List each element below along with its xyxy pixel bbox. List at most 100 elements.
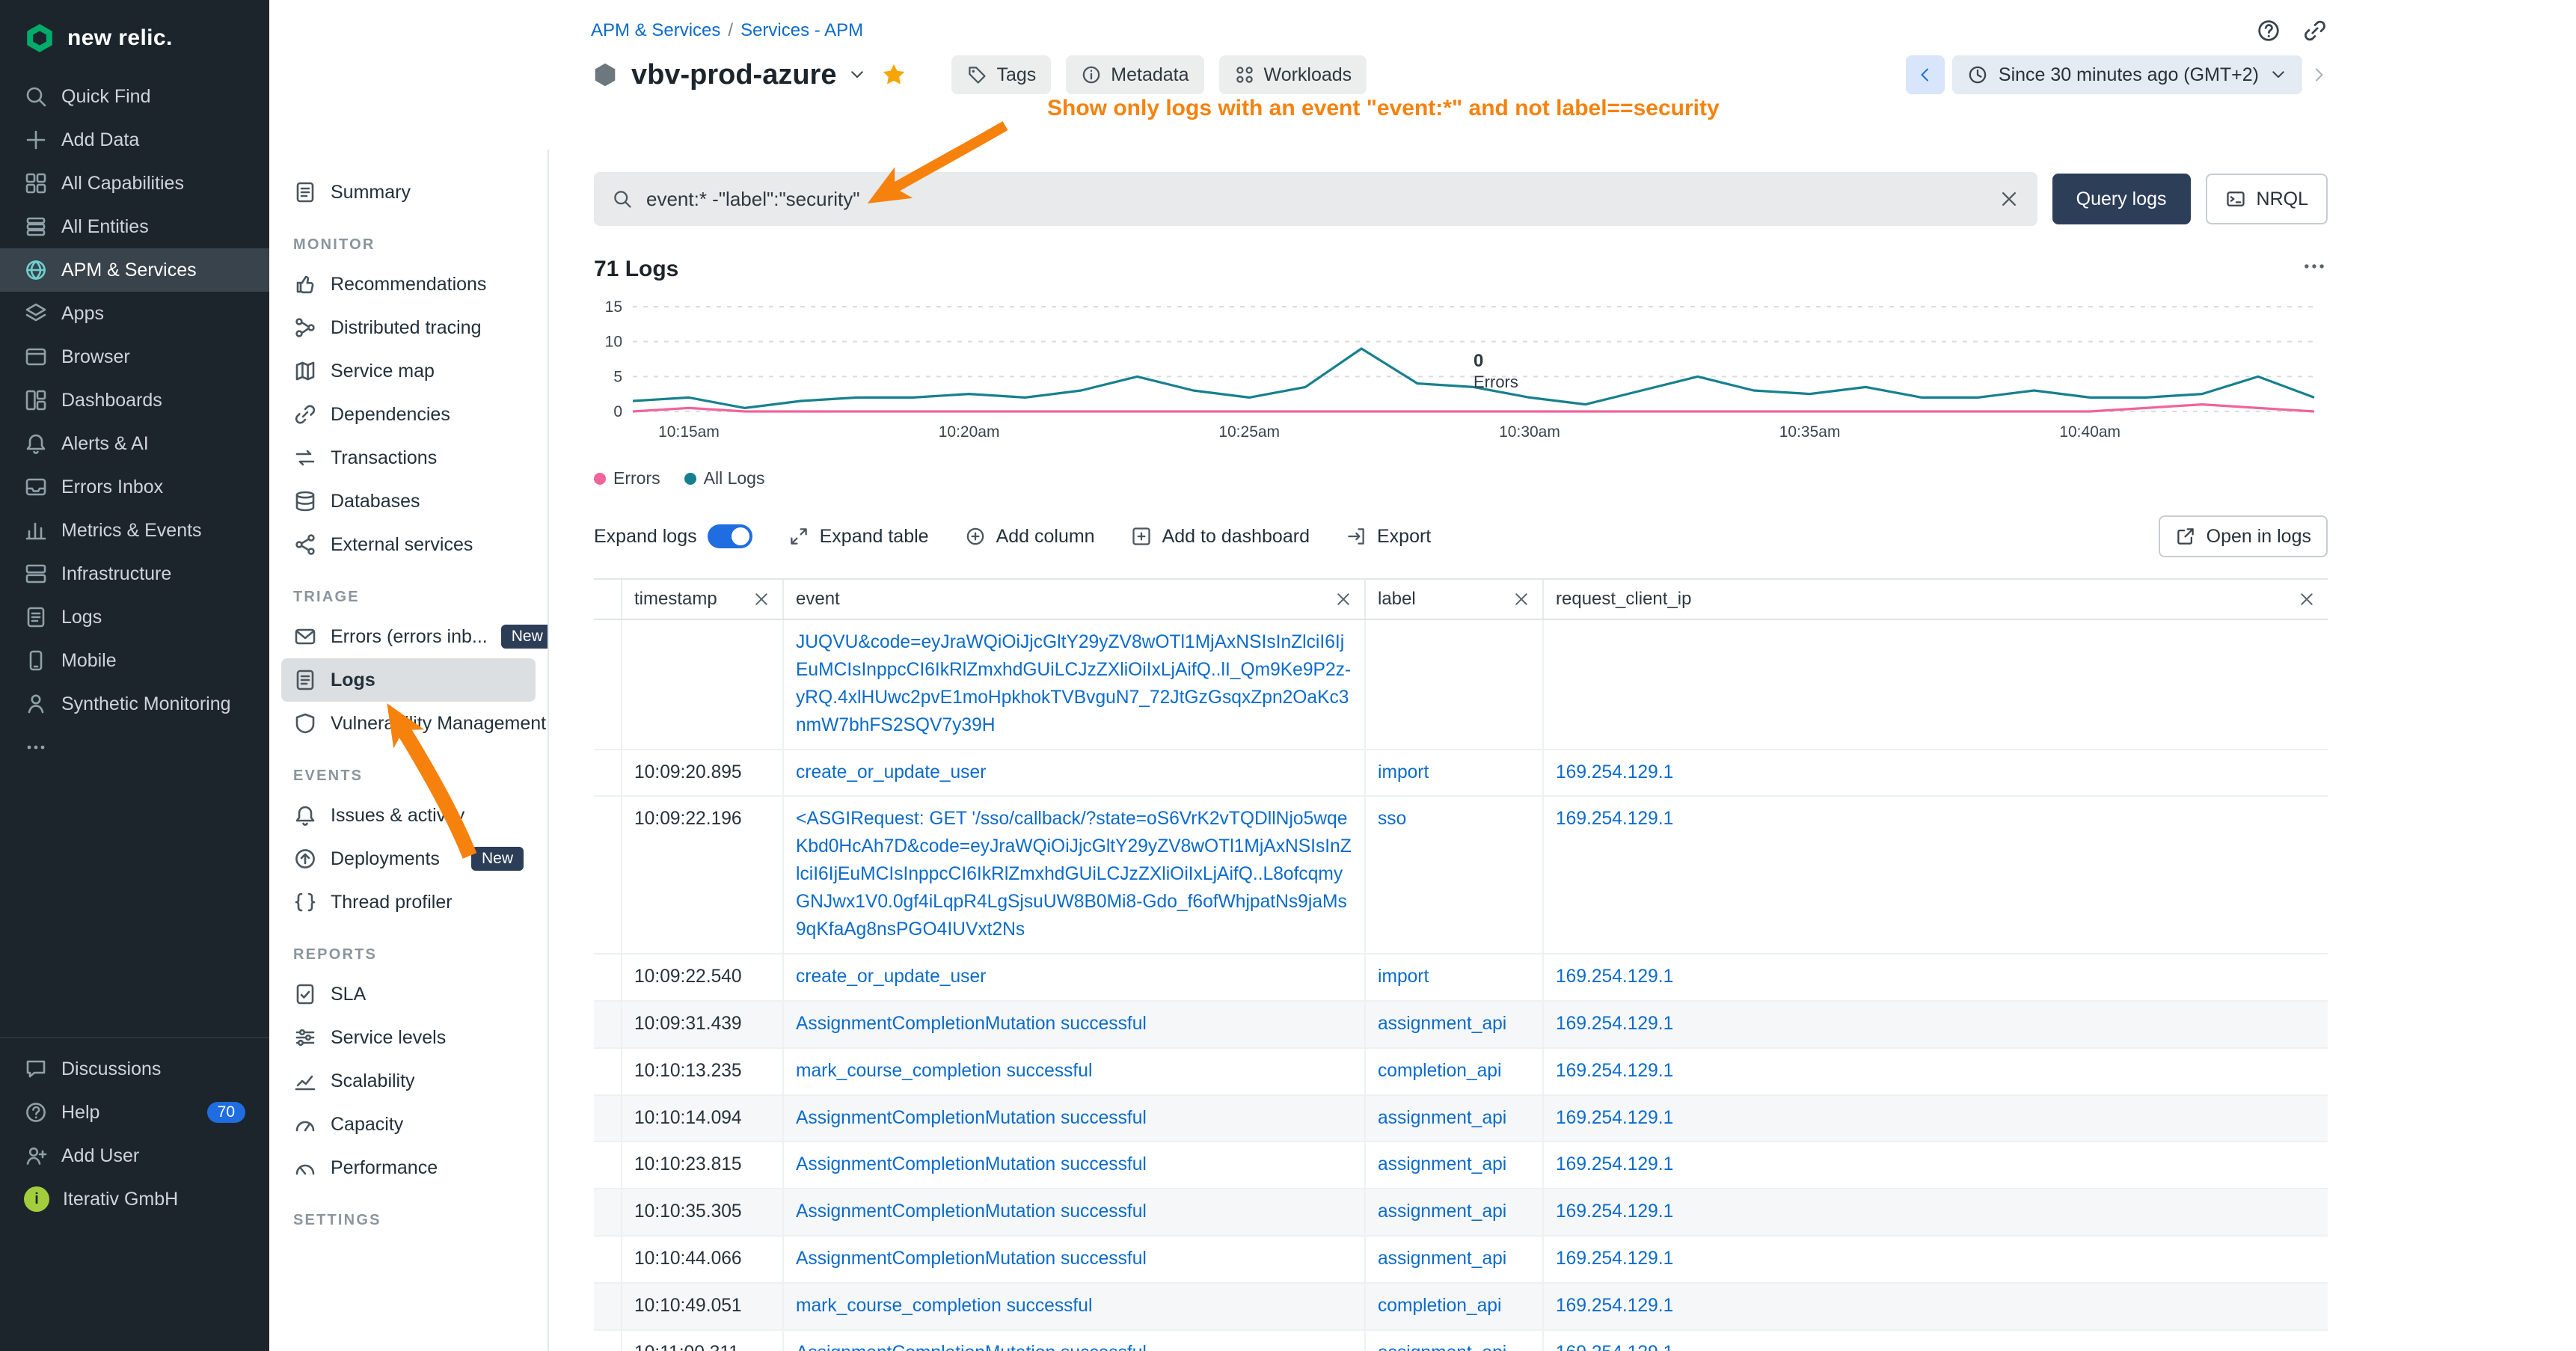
sidebar-footer-iterativ-gmbh[interactable]: iIterativ GmbH (0, 1177, 269, 1221)
column-header-label[interactable]: label (1364, 580, 1542, 619)
time-range-button[interactable]: Since 30 minutes ago (GMT+2) (1952, 55, 2302, 94)
subnav-item-scalability[interactable]: Scalability (281, 1059, 536, 1103)
log-row[interactable]: 10:09:22.196<ASGIRequest: GET '/sso/call… (594, 797, 2328, 954)
event-link[interactable]: mark_course_completion successful (796, 1061, 1092, 1081)
breadcrumb-services-apm[interactable]: Services - APM (740, 20, 863, 41)
ip-link[interactable]: 169.254.129.1 (1556, 1249, 1673, 1269)
sidebar-item-metrics-events[interactable]: Metrics & Events (0, 509, 269, 552)
label-link[interactable]: assignment_api (1378, 1249, 1506, 1269)
label-link[interactable]: assignment_api (1378, 1014, 1506, 1034)
log-row[interactable]: 10:10:14.094AssignmentCompletionMutation… (594, 1096, 2328, 1143)
export-button[interactable]: Export (1346, 526, 1431, 548)
ip-link[interactable]: 169.254.129.1 (1556, 1201, 1673, 1222)
subnav-item-performance[interactable]: Performance (281, 1146, 536, 1189)
log-row[interactable]: JUQVU&code=eyJraWQiOiJjcGltY29yZV8wOTl1M… (594, 620, 2328, 750)
log-row[interactable]: 10:09:22.540create_or_update_userimport1… (594, 955, 2328, 1002)
subnav-item-capacity[interactable]: Capacity (281, 1103, 536, 1146)
entity-dropdown-chevron-icon[interactable] (848, 66, 866, 84)
subnav-item-recommendations[interactable]: Recommendations (281, 263, 536, 306)
sidebar-item-all-capabilities[interactable]: All Capabilities (0, 162, 269, 205)
subnav-item-thread-profiler[interactable]: Thread profiler (281, 880, 536, 924)
label-link[interactable]: completion_api (1378, 1061, 1501, 1081)
add-to-dashboard-button[interactable]: Add to dashboard (1131, 526, 1310, 548)
event-link[interactable]: AssignmentCompletionMutation successful (796, 1014, 1147, 1034)
tags-button[interactable]: Tags (951, 55, 1051, 94)
help-circle-icon[interactable] (2256, 18, 2281, 43)
event-link[interactable]: AssignmentCompletionMutation successful (796, 1249, 1147, 1269)
more-menu-button[interactable] (2301, 253, 2328, 286)
remove-label-column-icon[interactable] (1512, 590, 1530, 608)
label-link[interactable]: assignment_api (1378, 1343, 1506, 1351)
event-link[interactable]: AssignmentCompletionMutation successful (796, 1343, 1147, 1351)
subnav-item-distributed-tracing[interactable]: Distributed tracing (281, 306, 536, 349)
subnav-item-service-map[interactable]: Service map (281, 349, 536, 393)
ip-link[interactable]: 169.254.129.1 (1556, 1296, 1673, 1316)
label-link[interactable]: assignment_api (1378, 1154, 1506, 1174)
sidebar-item-dashboards[interactable]: Dashboards (0, 379, 269, 422)
event-link[interactable]: create_or_update_user (796, 966, 986, 987)
event-link[interactable]: create_or_update_user (796, 762, 986, 782)
legend-errors[interactable]: Errors (594, 468, 660, 488)
sidebar-item-alerts-ai[interactable]: Alerts & AI (0, 422, 269, 465)
remove-timestamp-column-icon[interactable] (752, 590, 770, 608)
sidebar-item-apps[interactable]: Apps (0, 292, 269, 335)
log-row[interactable]: 10:10:44.066AssignmentCompletionMutation… (594, 1237, 2328, 1284)
ip-link[interactable]: 169.254.129.1 (1556, 1154, 1673, 1174)
ip-link[interactable]: 169.254.129.1 (1556, 966, 1673, 987)
subnav-item-vulnerability-management[interactable]: Vulnerability Management (281, 702, 536, 745)
column-header-request-client-ip[interactable]: request_client_ip (1542, 580, 2328, 619)
breadcrumb-apm-services[interactable]: APM & Services (591, 20, 720, 41)
sidebar-footer-discussions[interactable]: Discussions (0, 1047, 269, 1091)
open-in-logs-button[interactable]: Open in logs (2159, 515, 2328, 557)
clear-query-icon[interactable] (1999, 189, 2020, 209)
event-link[interactable]: AssignmentCompletionMutation successful (796, 1201, 1147, 1222)
ip-link[interactable]: 169.254.129.1 (1556, 1108, 1673, 1128)
sidebar-item-mobile[interactable]: Mobile (0, 639, 269, 682)
subnav-item-sla[interactable]: SLA (281, 972, 536, 1016)
label-link[interactable]: assignment_api (1378, 1108, 1506, 1128)
sidebar-footer-add-user[interactable]: Add User (0, 1134, 269, 1177)
ip-link[interactable]: 169.254.129.1 (1556, 1014, 1673, 1034)
ip-link[interactable]: 169.254.129.1 (1556, 809, 1673, 829)
log-row[interactable]: 10:09:31.439AssignmentCompletionMutation… (594, 1002, 2328, 1049)
log-row[interactable]: 10:10:13.235mark_course_completion succe… (594, 1049, 2328, 1096)
event-link[interactable]: AssignmentCompletionMutation successful (796, 1154, 1147, 1174)
workloads-button[interactable]: Workloads (1219, 55, 1367, 94)
log-row[interactable]: 10:10:35.305AssignmentCompletionMutation… (594, 1189, 2328, 1237)
subnav-item-deployments[interactable]: DeploymentsNew (281, 837, 536, 880)
ip-link[interactable]: 169.254.129.1 (1556, 1343, 1673, 1351)
nrql-button[interactable]: NRQL (2206, 174, 2328, 224)
label-link[interactable]: import (1378, 762, 1429, 782)
event-link[interactable]: AssignmentCompletionMutation successful (796, 1108, 1147, 1128)
sidebar-item-browser[interactable]: Browser (0, 335, 269, 379)
metadata-button[interactable]: Metadata (1066, 55, 1203, 94)
logs-query-input[interactable]: event:* -"label":"security" (594, 172, 2037, 226)
subnav-item-errors-errors-inb[interactable]: Errors (errors inb...New (281, 615, 536, 658)
column-header-event[interactable]: event (782, 580, 1364, 619)
subnav-item-issues-activity[interactable]: Issues & activity (281, 794, 536, 837)
remove-event-column-icon[interactable] (1334, 590, 1352, 608)
subnav-item-transactions[interactable]: Transactions (281, 436, 536, 480)
remove-request-client-ip-column-icon[interactable] (2298, 590, 2316, 608)
label-link[interactable]: import (1378, 966, 1429, 987)
ip-link[interactable]: 169.254.129.1 (1556, 1061, 1673, 1081)
sidebar-item-add-data[interactable]: Add Data (0, 118, 269, 162)
subnav-item-external-services[interactable]: External services (281, 523, 536, 566)
log-row[interactable]: 10:10:23.815AssignmentCompletionMutation… (594, 1142, 2328, 1189)
log-row[interactable]: 10:10:49.051mark_course_completion succe… (594, 1284, 2328, 1331)
sidebar-item-apm-services[interactable]: APM & Services (0, 248, 269, 292)
query-logs-button[interactable]: Query logs (2052, 174, 2191, 224)
time-forward-button[interactable] (2310, 66, 2328, 84)
column-header-timestamp[interactable]: timestamp (621, 580, 782, 619)
favorite-star-icon[interactable] (881, 62, 907, 88)
sidebar-footer-help[interactable]: Help70 (0, 1091, 269, 1134)
new-relic-logo[interactable]: new relic. (0, 0, 269, 75)
log-row[interactable]: 10:11:00.311AssignmentCompletionMutation… (594, 1331, 2328, 1351)
label-link[interactable]: completion_api (1378, 1296, 1501, 1316)
time-back-button[interactable] (1906, 55, 1945, 94)
expand-table-button[interactable]: Expand table (788, 526, 929, 548)
subnav-item-service-levels[interactable]: Service levels (281, 1016, 536, 1059)
subnav-item-logs[interactable]: Logs (281, 658, 536, 702)
label-link[interactable]: assignment_api (1378, 1201, 1506, 1222)
label-link[interactable]: sso (1378, 809, 1406, 829)
